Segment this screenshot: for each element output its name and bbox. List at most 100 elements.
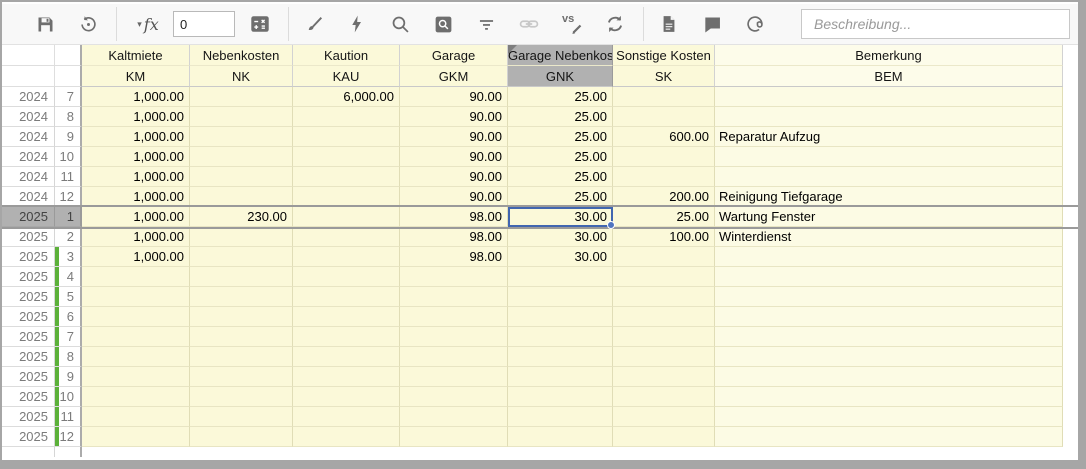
- cell-nk[interactable]: [190, 267, 293, 287]
- cell-sk[interactable]: [613, 167, 715, 187]
- cell-nk[interactable]: [190, 247, 293, 267]
- attachment-button[interactable]: [742, 11, 768, 37]
- cell-gnk[interactable]: [508, 367, 613, 387]
- cell-sk[interactable]: [613, 307, 715, 327]
- cell-gnk[interactable]: 30.00: [508, 207, 613, 227]
- cell-gkm[interactable]: 90.00: [400, 107, 508, 127]
- cell-gkm[interactable]: [400, 427, 508, 447]
- column-code-kau[interactable]: KAU: [293, 66, 400, 87]
- cell-gkm[interactable]: 90.00: [400, 127, 508, 147]
- cell-gnk[interactable]: 25.00: [508, 167, 613, 187]
- cell-kau[interactable]: [293, 107, 400, 127]
- column-code-sk[interactable]: SK: [613, 66, 715, 87]
- link-button[interactable]: [516, 11, 542, 37]
- column-header-km[interactable]: Kaltmiete: [82, 45, 190, 66]
- cell-gnk[interactable]: [508, 347, 613, 367]
- cell-nk[interactable]: [190, 387, 293, 407]
- cell-km[interactable]: [82, 327, 190, 347]
- filter-button[interactable]: [473, 11, 499, 37]
- comment-button[interactable]: [699, 11, 725, 37]
- cell-kau[interactable]: [293, 387, 400, 407]
- cell-bem[interactable]: [715, 427, 1063, 447]
- column-header-nk[interactable]: Nebenkosten: [190, 45, 293, 66]
- column-code-gnk[interactable]: GNK: [508, 66, 613, 87]
- formula-dropdown-button[interactable]: ▾fx: [129, 11, 167, 37]
- cell-bem[interactable]: Winterdienst: [715, 227, 1063, 247]
- cell-sk[interactable]: [613, 107, 715, 127]
- cell-gkm[interactable]: [400, 267, 508, 287]
- column-header-bem[interactable]: Bemerkung: [715, 45, 1063, 66]
- row-header-month[interactable]: 7: [55, 327, 82, 347]
- cell-sk[interactable]: 25.00: [613, 207, 715, 227]
- cell-kau[interactable]: 6,000.00: [293, 87, 400, 107]
- vertical-scrollbar[interactable]: [1078, 45, 1086, 460]
- row-header-month[interactable]: 3: [55, 247, 82, 267]
- cell-kau[interactable]: [293, 347, 400, 367]
- row-header-month[interactable]: 12: [55, 187, 82, 207]
- cell-km[interactable]: 1,000.00: [82, 207, 190, 227]
- column-header-gkm[interactable]: Garage: [400, 45, 508, 66]
- cell-km[interactable]: 1,000.00: [82, 167, 190, 187]
- cell-bem[interactable]: Reinigung Tiefgarage: [715, 187, 1063, 207]
- row-header-month[interactable]: 1: [55, 207, 82, 227]
- cell-km[interactable]: 1,000.00: [82, 147, 190, 167]
- cell-kau[interactable]: [293, 207, 400, 227]
- cell-bem[interactable]: [715, 387, 1063, 407]
- cell-nk[interactable]: [190, 347, 293, 367]
- cell-kau[interactable]: [293, 367, 400, 387]
- cell-kau[interactable]: [293, 267, 400, 287]
- row-header-month[interactable]: 7: [55, 87, 82, 107]
- row-header-year[interactable]: 2025: [2, 227, 55, 247]
- cell-bem[interactable]: [715, 87, 1063, 107]
- row-header-year[interactable]: 2024: [2, 167, 55, 187]
- calculator-button[interactable]: [247, 11, 273, 37]
- cell-gnk[interactable]: [508, 427, 613, 447]
- cell-gkm[interactable]: 90.00: [400, 87, 508, 107]
- row-header-year[interactable]: 2025: [2, 247, 55, 267]
- cell-gkm[interactable]: [400, 307, 508, 327]
- cell-sk[interactable]: [613, 427, 715, 447]
- cell-nk[interactable]: [190, 407, 293, 427]
- cell-sk[interactable]: [613, 247, 715, 267]
- cell-gnk[interactable]: [508, 327, 613, 347]
- row-header-month[interactable]: 12: [55, 427, 82, 447]
- cell-bem[interactable]: [715, 147, 1063, 167]
- row-header-month[interactable]: 9: [55, 367, 82, 387]
- cell-km[interactable]: 1,000.00: [82, 187, 190, 207]
- cell-kau[interactable]: [293, 167, 400, 187]
- column-header-gnk[interactable]: Garage Nebenkosten: [508, 45, 613, 66]
- cell-gnk[interactable]: 30.00: [508, 227, 613, 247]
- search-button[interactable]: [387, 11, 413, 37]
- cell-gkm[interactable]: [400, 327, 508, 347]
- column-header-sk[interactable]: Sonstige Kosten: [613, 45, 715, 66]
- cell-nk[interactable]: [190, 187, 293, 207]
- row-header-month[interactable]: 9: [55, 127, 82, 147]
- cell-gnk[interactable]: 30.00: [508, 247, 613, 267]
- row-header-month[interactable]: 11: [55, 167, 82, 187]
- cell-nk[interactable]: [190, 327, 293, 347]
- cell-gkm[interactable]: 98.00: [400, 227, 508, 247]
- column-header-kau[interactable]: Kaution: [293, 45, 400, 66]
- cell-nk[interactable]: [190, 147, 293, 167]
- cell-gnk[interactable]: [508, 287, 613, 307]
- cell-sk[interactable]: 200.00: [613, 187, 715, 207]
- row-header-year[interactable]: 2024: [2, 147, 55, 167]
- row-header-month[interactable]: 4: [55, 267, 82, 287]
- row-header-year[interactable]: 2025: [2, 367, 55, 387]
- cell-km[interactable]: [82, 387, 190, 407]
- row-header-year[interactable]: 2025: [2, 267, 55, 287]
- column-code-nk[interactable]: NK: [190, 66, 293, 87]
- cell-km[interactable]: [82, 267, 190, 287]
- cell-bem[interactable]: [715, 347, 1063, 367]
- cell-nk[interactable]: [190, 87, 293, 107]
- cell-gkm[interactable]: 90.00: [400, 187, 508, 207]
- cell-gnk[interactable]: 25.00: [508, 147, 613, 167]
- row-header-year[interactable]: 2025: [2, 387, 55, 407]
- cell-sk[interactable]: [613, 387, 715, 407]
- cell-sk[interactable]: [613, 87, 715, 107]
- cell-kau[interactable]: [293, 407, 400, 427]
- cell-km[interactable]: [82, 367, 190, 387]
- cell-nk[interactable]: [190, 367, 293, 387]
- cell-bem[interactable]: [715, 407, 1063, 427]
- cell-sk[interactable]: 600.00: [613, 127, 715, 147]
